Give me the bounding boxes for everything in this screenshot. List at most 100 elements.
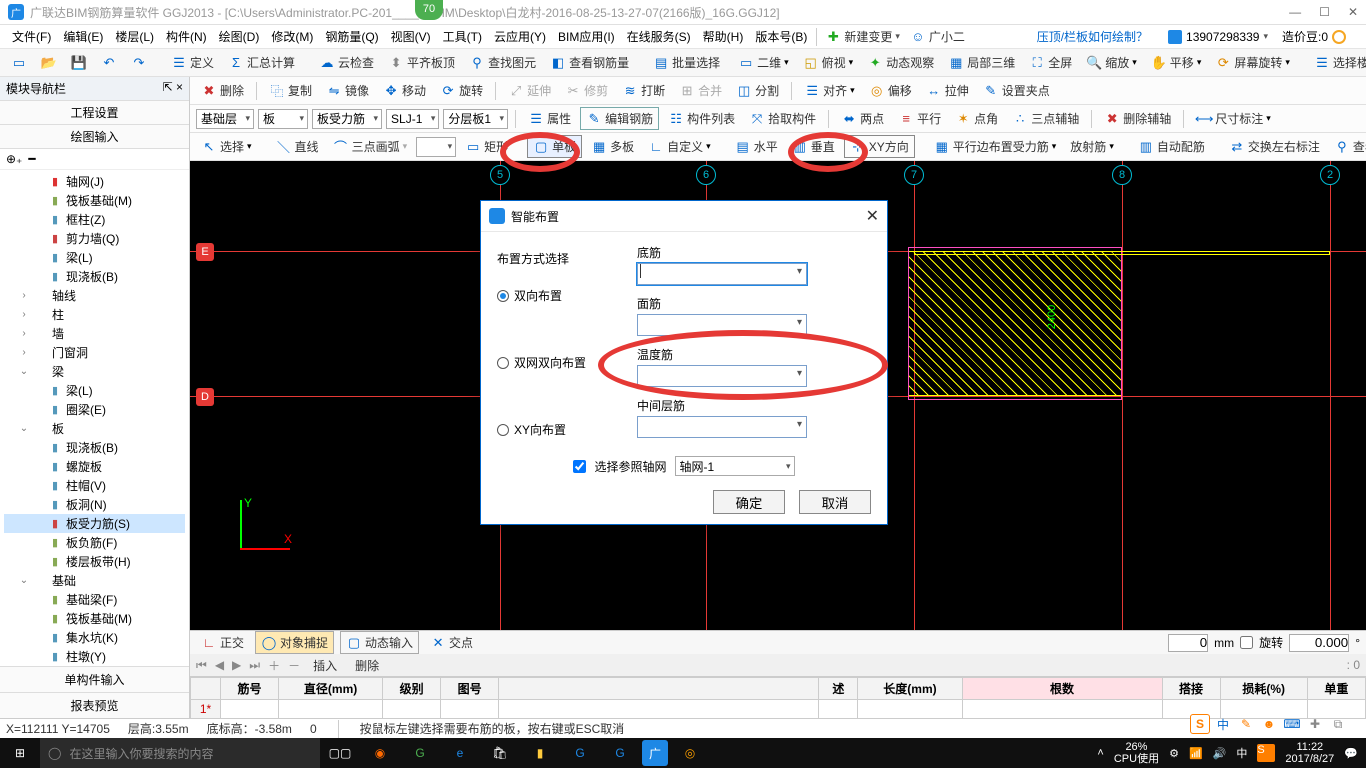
tray-cpu[interactable]: 26%CPU使用 [1114, 741, 1159, 765]
tree-node[interactable]: ▮板负筋(F) [4, 533, 185, 552]
two-point-button[interactable]: ⬌两点 [836, 108, 889, 129]
windows-taskbar[interactable]: ⊞ ◯在这里输入你要搜索的内容 ▢▢ ◉ G e 🛍 ▮ G G 广 ◎ ˄ 2… [0, 738, 1366, 768]
intersect-toggle[interactable]: ✕交点 [425, 632, 478, 653]
copy-button[interactable]: ⿻复制 [264, 80, 317, 101]
menu-cloud[interactable]: 云应用(Y) [488, 26, 552, 47]
align-top-button[interactable]: ⬍平齐板顶 [383, 52, 460, 73]
tree-node[interactable]: ▮柱墩(Y) [4, 647, 185, 666]
task-view-icon[interactable]: ▢▢ [320, 738, 360, 768]
tree-node[interactable]: ›轴线 [4, 286, 185, 305]
tree-node[interactable]: ▮板受力筋(S) [4, 514, 185, 533]
radial-rebar-button[interactable]: 放射筋▾ [1065, 136, 1119, 157]
member-combo[interactable]: SLJ-1 [386, 109, 439, 129]
member-list-button[interactable]: ☷构件列表 [663, 108, 740, 129]
vertical-button[interactable]: ▥垂直 [787, 136, 840, 157]
tree-node[interactable]: ▮现浇板(B) [4, 438, 185, 457]
split-button[interactable]: ◫分割 [731, 80, 784, 101]
rebar-table[interactable]: 筋号 直径(mm) 级别 图号 述 长度(mm) 根数 搭接 损耗(%) 单重 … [190, 676, 1366, 718]
tree-node[interactable]: ⌄板 [4, 419, 185, 438]
col-loss[interactable]: 损耗(%) [1220, 678, 1307, 700]
parallel-button[interactable]: ≡平行 [893, 108, 946, 129]
ortho-toggle[interactable]: ∟正交 [196, 632, 249, 653]
pan-button[interactable]: ✋平移▾ [1146, 52, 1207, 73]
type-combo[interactable]: 板 [258, 109, 308, 129]
sum-button[interactable]: Σ汇总计算 [223, 52, 300, 73]
col-grade[interactable]: 级别 [383, 678, 441, 700]
single-slab-button[interactable]: ▢单板 [527, 135, 582, 158]
offset-button[interactable]: ◎偏移 [864, 80, 917, 101]
batch-select-button[interactable]: ▤批量选择 [648, 52, 725, 73]
combo-bottom-bar[interactable] [637, 263, 807, 285]
col-length[interactable]: 长度(mm) [858, 678, 962, 700]
taskbar-search[interactable]: ◯在这里输入你要搜索的内容 [40, 738, 320, 768]
ref-grid-checkbox[interactable] [573, 460, 586, 473]
single-input-tab[interactable]: 单构件输入 [0, 666, 189, 692]
tree-node[interactable]: ▮轴网(J) [4, 172, 185, 191]
tree-node[interactable]: ▮柱帽(V) [4, 476, 185, 495]
menu-edit[interactable]: 编辑(E) [57, 26, 109, 47]
osnap-toggle[interactable]: ◯对象捕捉 [255, 631, 334, 654]
screen-rotate-button[interactable]: ⟳屏幕旋转▾ [1210, 52, 1295, 73]
insert-row-button[interactable]: 插入 [308, 655, 342, 676]
redo-icon[interactable]: ↷ [126, 53, 152, 73]
cancel-button[interactable]: 取消 [799, 490, 871, 514]
tree-node[interactable]: ⌄梁 [4, 362, 185, 381]
menu-draw[interactable]: 绘图(D) [213, 26, 266, 47]
nav-next-icon[interactable]: ▶ [232, 658, 241, 672]
move-button[interactable]: ✥移动 [378, 80, 431, 101]
row-header[interactable]: 1* [191, 700, 221, 719]
zoom-button[interactable]: 🔍缩放▾ [1081, 52, 1142, 73]
fullscreen-button[interactable]: ⛶全屏 [1024, 52, 1077, 73]
staff-button[interactable]: ☺广小二 [905, 26, 970, 47]
help-link[interactable]: 压顶/栏板如何绘制？ [1037, 28, 1148, 45]
line-tool-button[interactable]: ＼直线 [271, 136, 324, 157]
select-floor-button[interactable]: ☰选择楼层 [1309, 52, 1366, 73]
menu-help[interactable]: 帮助(H) [697, 26, 750, 47]
taskbar-store[interactable]: 🛍 [480, 738, 520, 768]
grip-button[interactable]: ✎设置夹点 [978, 80, 1055, 101]
nav-prev-icon[interactable]: ◀ [215, 658, 224, 672]
tree-node[interactable]: ⌄基础 [4, 571, 185, 590]
tree-node[interactable]: ▮板洞(N) [4, 495, 185, 514]
edit-rebar-button[interactable]: ✎编辑钢筋 [580, 107, 659, 130]
tree-node[interactable]: ▮螺旋板 [4, 457, 185, 476]
align-button[interactable]: ☰对齐▾ [799, 80, 860, 101]
menu-member[interactable]: 构件(N) [160, 26, 213, 47]
trim-button[interactable]: ✂修剪 [560, 80, 613, 101]
close-button[interactable]: ✕ [1348, 5, 1358, 19]
dyninput-toggle[interactable]: ▢动态输入 [340, 631, 419, 654]
cloud-check-button[interactable]: ☁云检查 [314, 52, 379, 73]
delete-row-button[interactable]: 删除 [350, 655, 384, 676]
start-button[interactable]: ⊞ [0, 738, 40, 768]
view-2d-button[interactable]: ▭二维▾ [733, 52, 794, 73]
menu-view[interactable]: 视图(V) [385, 26, 437, 47]
auto-rebar-button[interactable]: ▥自动配筋 [1133, 136, 1210, 157]
col-shape[interactable]: 图号 [441, 678, 499, 700]
tree-node[interactable]: ›门窗洞 [4, 343, 185, 362]
radio-bidir[interactable]: 双向布置 [497, 287, 617, 304]
user-id[interactable]: 13907298339▾ [1168, 30, 1268, 44]
nav-last-icon[interactable]: ⏭ [249, 658, 260, 673]
col-dia[interactable]: 直径(mm) [279, 678, 383, 700]
swap-labels-button[interactable]: ⇄交换左右标注 [1224, 136, 1325, 157]
tray-chevron-icon[interactable]: ˄ [1097, 747, 1103, 759]
col-unit-wt[interactable]: 单重 [1307, 678, 1365, 700]
menu-tool[interactable]: 工具(T) [437, 26, 488, 47]
rotate-input[interactable] [1289, 634, 1349, 652]
menu-bim[interactable]: BIM应用(I) [552, 26, 621, 47]
tab-draw-input[interactable]: 绘图输入 [0, 125, 189, 149]
taskbar-app[interactable]: ◉ [360, 738, 400, 768]
new-file-icon[interactable]: ▭ [6, 53, 32, 73]
menu-floor[interactable]: 楼层(L) [109, 26, 160, 47]
tray-wifi-icon[interactable]: 📶 [1189, 747, 1203, 760]
define-button[interactable]: ☰定义 [166, 52, 219, 73]
point-angle-button[interactable]: ✶点角 [950, 108, 1003, 129]
menu-file[interactable]: 文件(F) [6, 26, 57, 47]
notification-badge[interactable]: 70 [415, 0, 443, 20]
break-button[interactable]: ≋打断 [617, 80, 670, 101]
custom-button[interactable]: ∟自定义▾ [643, 136, 716, 157]
local-3d-button[interactable]: ▦局部三维 [943, 52, 1020, 73]
mirror-button[interactable]: ⇋镜像 [321, 80, 374, 101]
tree-node[interactable]: ▮框柱(Z) [4, 210, 185, 229]
taskbar-app[interactable]: ◎ [670, 738, 710, 768]
